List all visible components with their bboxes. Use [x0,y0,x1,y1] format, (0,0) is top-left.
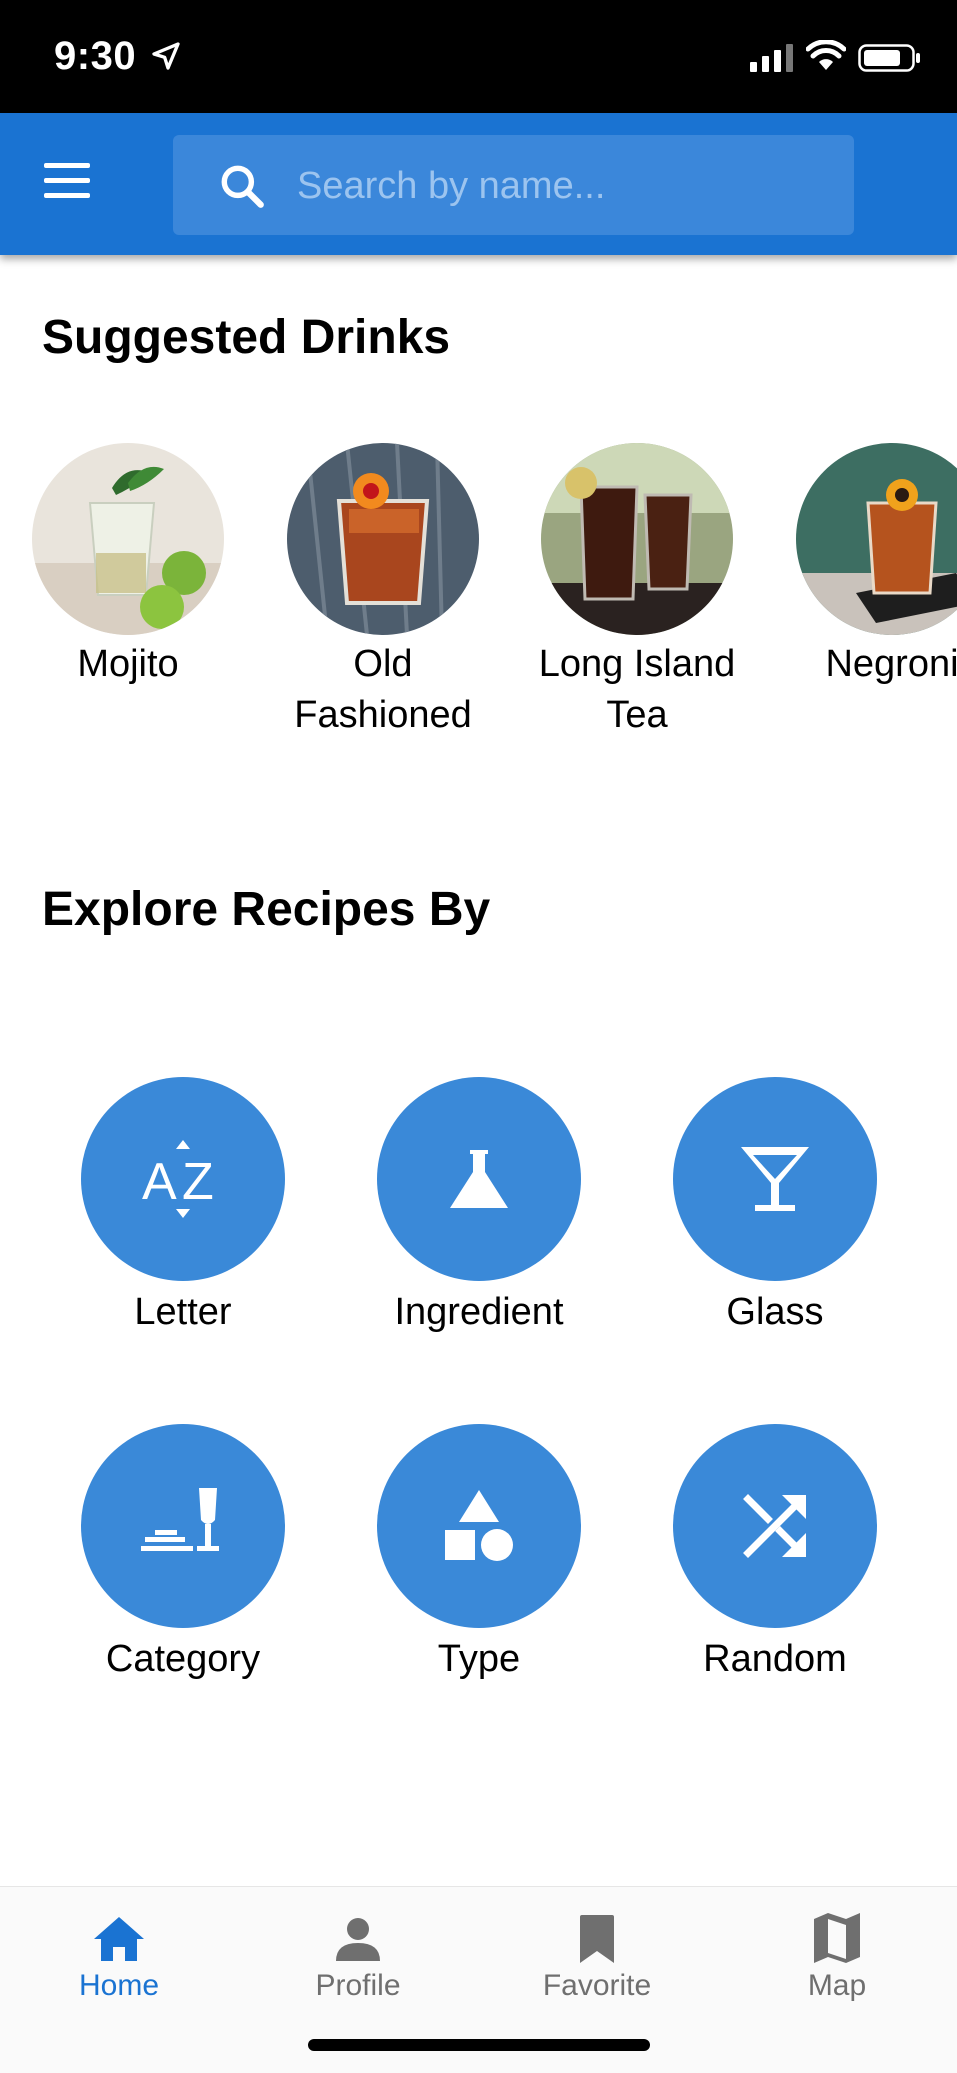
shapes-icon [445,1490,513,1561]
drink-name: Mojito [77,643,179,685]
nav-map[interactable]: Map [737,1911,937,2003]
flask-icon [450,1150,508,1208]
explore-label: Glass [726,1291,824,1333]
suggested-drinks-title: Suggested Drinks [42,311,451,364]
champagne-category-icon [141,1488,219,1551]
explore-label: Letter [134,1291,232,1333]
nav-home[interactable]: Home [19,1911,219,2003]
explore-random-button[interactable]: Random [625,1424,925,1684]
drink-name: Negroni [825,643,957,685]
hamburger-menu-icon[interactable] [44,163,100,205]
explore-label: Category [105,1638,261,1680]
nav-profile[interactable]: Profile [258,1911,458,2003]
explore-by-type-button[interactable]: Type [329,1424,629,1684]
drink-image [287,443,479,635]
explore-label: Type [437,1638,521,1680]
drink-image [32,443,224,635]
status-time: 9:30 [54,34,137,78]
home-icon [94,1917,144,1961]
drink-card-old-fashioned[interactable]: Old Fashioned [268,443,498,741]
suggested-drinks-list: Mojito Old Fashioned Long Island Tea Neg… [0,443,957,743]
search-icon [221,165,264,208]
explore-by-letter-button[interactable]: A Z Letter [33,1077,333,1337]
shuffle-icon [743,1494,806,1558]
explore-by-ingredient-button[interactable]: Ingredient [329,1077,629,1337]
sort-az-icon: A Z [142,1140,214,1218]
drink-name: Long Island Tea [538,643,736,736]
drink-image [796,443,957,635]
location-arrow-icon [152,42,180,70]
explore-recipes-title: Explore Recipes By [42,883,491,936]
home-indicator [308,2039,650,2051]
drink-name: Old Fashioned [294,643,472,736]
drink-image [541,443,733,635]
nav-label: Map [807,1969,867,2002]
bookmark-icon [580,1915,614,1963]
status-bar: 9:30 [0,0,957,113]
search-input[interactable] [295,159,829,213]
cellular-signal-icon [750,44,793,72]
bottom-navigation: Home Profile Favorite Map [0,1886,957,2073]
explore-by-glass-button[interactable]: Glass [625,1077,925,1337]
nav-label: Favorite [542,1969,652,2002]
person-icon [336,1918,380,1961]
search-bar[interactable] [173,135,854,235]
drink-card-negroni[interactable]: Negroni [777,443,957,690]
cocktail-glass-icon [741,1147,809,1211]
wifi-icon [806,40,846,70]
nav-favorite[interactable]: Favorite [497,1911,697,2003]
svg-text:A: A [142,1153,177,1211]
map-icon [814,1913,860,1963]
explore-label: Random [703,1638,847,1680]
svg-text:Z: Z [182,1153,214,1211]
nav-label: Profile [315,1969,401,2002]
drink-card-long-island-tea[interactable]: Long Island Tea [522,443,752,741]
nav-label: Home [78,1969,160,2002]
drink-card-mojito[interactable]: Mojito [13,443,243,690]
explore-by-category-button[interactable]: Category [33,1424,333,1684]
explore-label: Ingredient [394,1291,564,1333]
app-bar [0,113,957,255]
battery-icon [858,44,920,72]
